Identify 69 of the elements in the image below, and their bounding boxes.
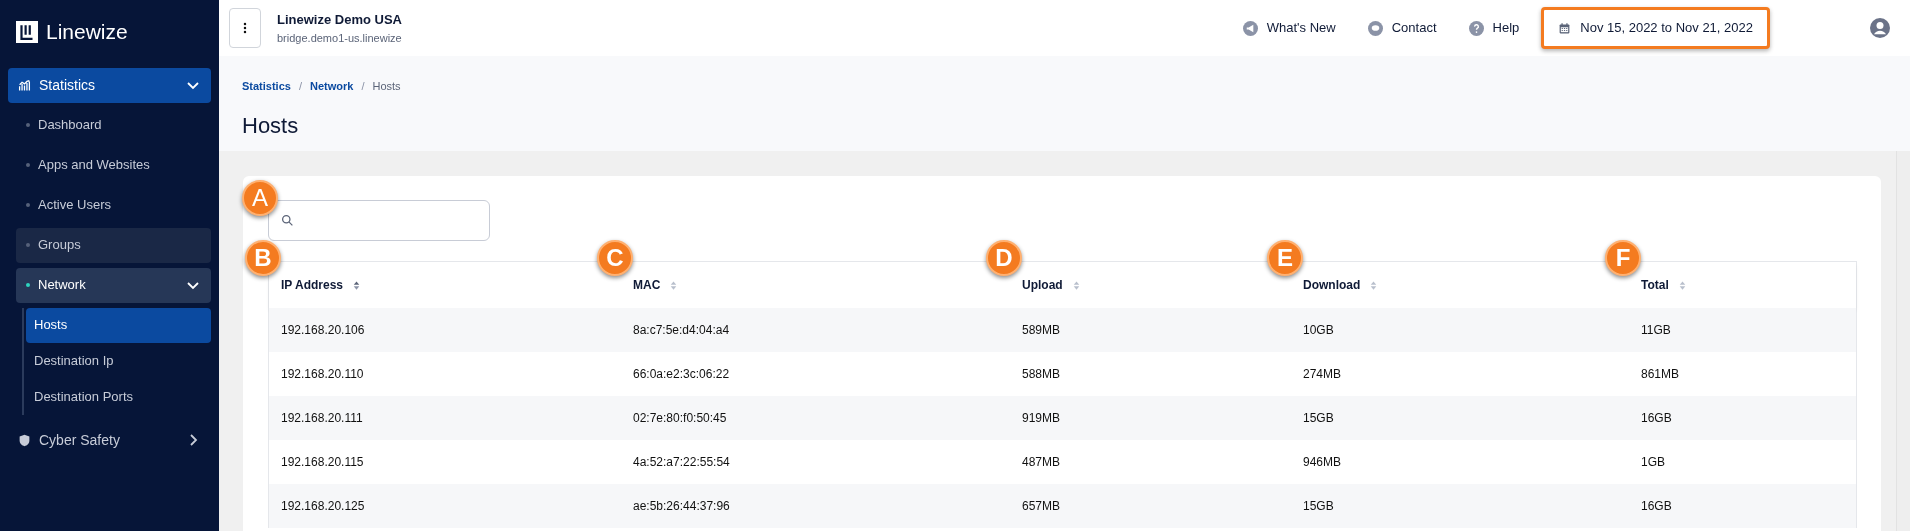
breadcrumb-current: Hosts: [372, 79, 401, 94]
table-cell: 4a:52:a7:22:55:54: [621, 440, 1010, 484]
table-cell: 192.168.20.125: [269, 484, 621, 528]
column-header[interactable]: MAC: [633, 276, 680, 294]
column-header[interactable]: Upload: [1022, 276, 1082, 294]
table-cell: 192.168.20.111: [269, 396, 621, 440]
table-cell: 10GB: [1291, 308, 1629, 352]
table-cell: 1GB: [1629, 440, 1856, 484]
breadcrumb-separator: /: [298, 79, 302, 94]
breadcrumb-link[interactable]: Statistics: [242, 78, 291, 95]
table-cell: 15GB: [1291, 484, 1629, 528]
nav-item[interactable]: Cyber Safety: [8, 422, 211, 458]
table-cell: 192.168.20.110: [269, 352, 621, 396]
nav-item[interactable]: Apps and Websites: [16, 147, 211, 183]
nav-subitem[interactable]: Destination Ip: [26, 343, 211, 379]
avatar-icon: [1870, 18, 1890, 38]
breadcrumb-separator: /: [361, 79, 365, 94]
column-header[interactable]: Download: [1303, 276, 1380, 294]
table-cell: 192.168.20.106: [269, 308, 621, 352]
table-cell: 66:0a:e2:3c:06:22: [621, 352, 1010, 396]
annotation-marker: D: [986, 240, 1022, 276]
nav-subitem[interactable]: Hosts: [26, 307, 211, 343]
shield-icon: [18, 433, 31, 447]
logo-icon: [16, 20, 38, 43]
annotation-marker: E: [1267, 240, 1303, 276]
nav-item[interactable]: Statistics: [8, 67, 211, 103]
calendar-icon: [1558, 21, 1572, 35]
table-cell: 487MB: [1010, 440, 1291, 484]
megaphone-icon: [1242, 20, 1258, 36]
date-range-button[interactable]: Nov 15, 2022 to Nov 21, 2022: [1541, 7, 1770, 49]
table-cell: 946MB: [1291, 440, 1629, 484]
chat-bubble-icon: [1367, 20, 1383, 36]
table-cell: 919MB: [1010, 396, 1291, 440]
site-subtitle: bridge.demo1-us.linewize: [277, 30, 402, 46]
breadcrumb-link[interactable]: Network: [310, 78, 354, 95]
annotation-marker: C: [597, 240, 633, 276]
table-cell: 192.168.20.115: [269, 440, 621, 484]
annotation-marker: F: [1605, 240, 1641, 276]
nav-item[interactable]: Active Users: [16, 187, 211, 223]
nav-subitem[interactable]: Destination Ports: [26, 379, 211, 415]
table-cell: 861MB: [1629, 352, 1856, 396]
column-header[interactable]: IP Address: [281, 276, 363, 294]
help-icon: [1468, 20, 1484, 36]
nav-item[interactable]: Groups: [16, 227, 211, 263]
table-cell: ae:5b:26:44:37:96: [621, 484, 1010, 528]
table-cell: 8a:c7:5e:d4:04:a4: [621, 308, 1010, 352]
column-header[interactable]: Total: [1641, 276, 1688, 294]
table-cell: 588MB: [1010, 352, 1291, 396]
table-cell: 589MB: [1010, 308, 1291, 352]
brand-name: Linewize: [46, 19, 128, 45]
nav-item[interactable]: Network: [16, 267, 211, 303]
header-link[interactable]: Contact: [1367, 18, 1437, 38]
chart-icon: [18, 78, 31, 92]
table-cell: 274MB: [1291, 352, 1629, 396]
table-cell: 11GB: [1629, 308, 1856, 352]
search-icon: [281, 214, 294, 227]
table-cell: 657MB: [1010, 484, 1291, 528]
table-cell: 15GB: [1291, 396, 1629, 440]
menu-button[interactable]: [229, 8, 261, 48]
annotation-marker: A: [242, 180, 278, 216]
annotation-marker: B: [245, 240, 281, 276]
header-link[interactable]: What's New: [1242, 18, 1336, 38]
page-title: Hosts: [242, 111, 300, 140]
table-cell: 02:7e:80:f0:50:45: [621, 396, 1010, 440]
site-title: Linewize Demo USA: [277, 11, 402, 29]
header-link[interactable]: Help: [1468, 18, 1520, 38]
table-cell: 16GB: [1629, 396, 1856, 440]
nav-item[interactable]: Dashboard: [16, 107, 211, 143]
table-cell: 16GB: [1629, 484, 1856, 528]
